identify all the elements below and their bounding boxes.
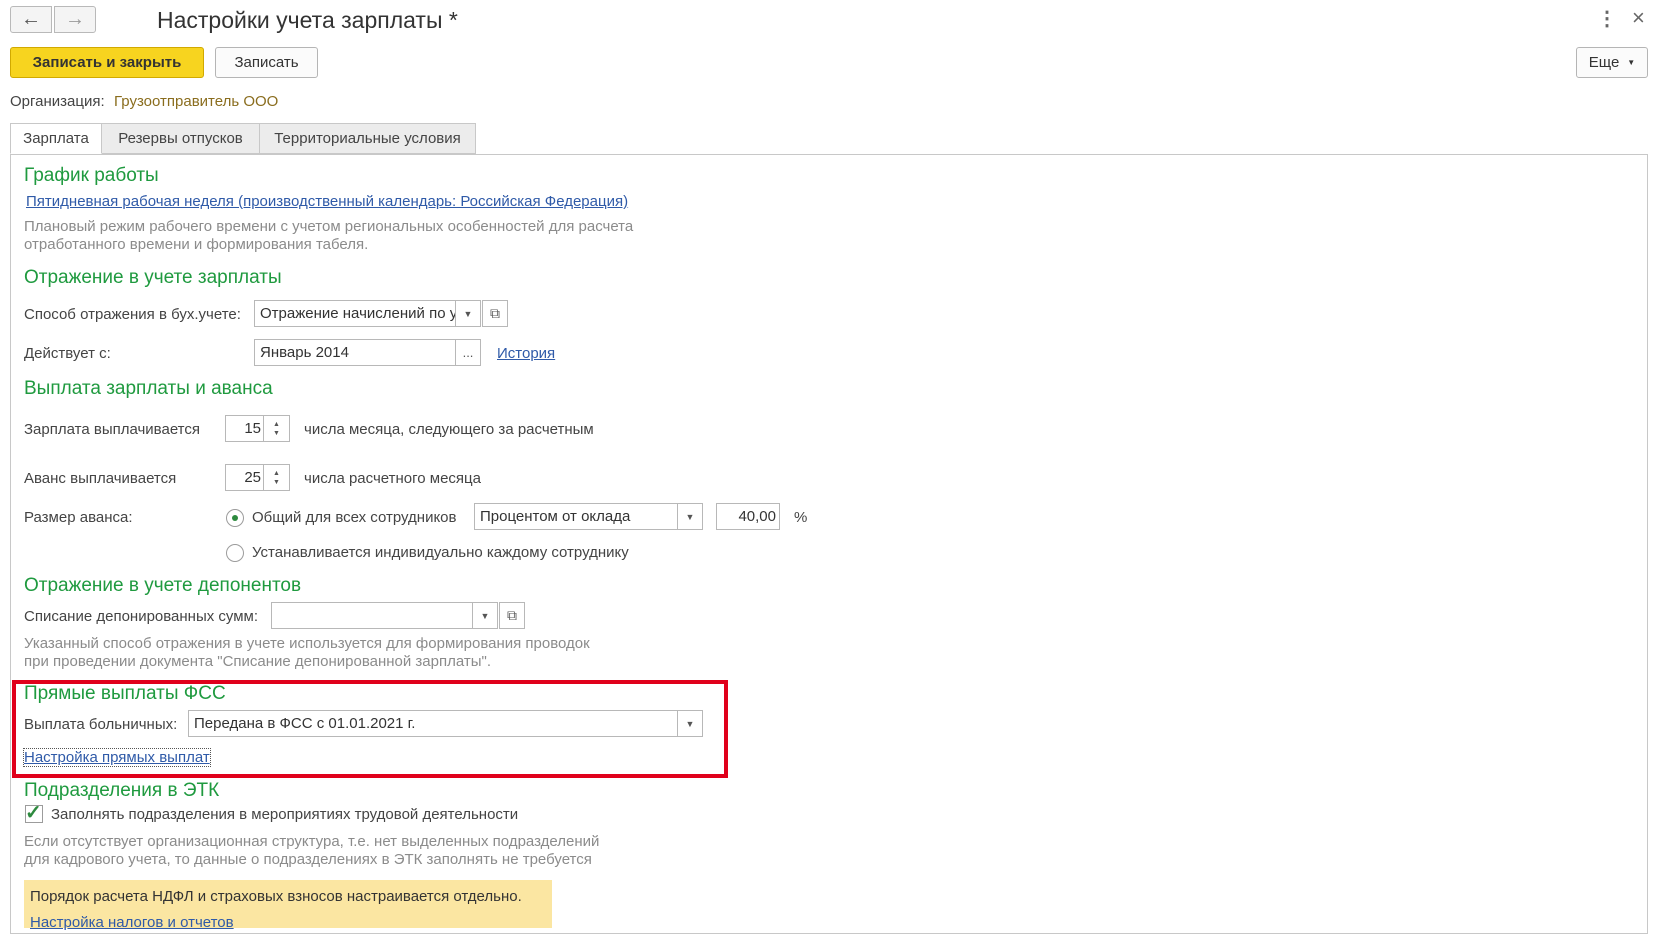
advance-day-suffix: числа расчетного месяца — [304, 470, 481, 487]
arrow-right-icon: → — [65, 8, 85, 30]
salary-day-stepper[interactable]: ▲ ▼ — [263, 415, 290, 442]
accounting-method-dropdown[interactable]: ▼ — [455, 300, 481, 327]
save-and-close-button[interactable]: Записать и закрыть — [10, 47, 204, 78]
accounting-method-label: Способ отражения в бух.учете: — [24, 306, 241, 323]
more-button[interactable]: Еще ▼ — [1576, 47, 1648, 78]
stepper-up-icon: ▲ — [273, 420, 280, 428]
writeoff-label: Списание депонированных сумм: — [24, 608, 259, 625]
fss-heading: Прямые выплаты ФСС — [24, 683, 226, 704]
payment-heading: Выплата зарплаты и аванса — [24, 378, 273, 399]
schedule-note: Плановый режим рабочего времени с учетом… — [24, 218, 633, 254]
accounting-heading: Отражение в учете зарплаты — [24, 267, 282, 288]
deposits-note-line: Указанный способ отражения в учете испол… — [24, 635, 590, 652]
window-title: Настройки учета зарплаты * — [157, 7, 458, 33]
percent-sign: % — [794, 509, 808, 526]
chevron-down-icon: ▼ — [1627, 58, 1636, 67]
back-button[interactable]: ← — [10, 6, 52, 33]
schedule-note-line: отработанного времени и формирования таб… — [24, 236, 369, 253]
tab-salary[interactable]: Зарплата — [10, 123, 102, 154]
etk-checkbox-label[interactable]: Заполнять подразделения в мероприятиях т… — [51, 806, 518, 823]
advance-size-label: Размер аванса: — [24, 509, 133, 526]
organization-label: Организация: — [10, 93, 105, 110]
advance-day-stepper[interactable]: ▲ ▼ — [263, 464, 290, 491]
etk-checkbox[interactable]: ✓ — [25, 802, 43, 824]
tab-territorial-conditions[interactable]: Территориальные условия — [259, 123, 476, 154]
etk-note: Если отсутствует организационная структу… — [24, 833, 599, 869]
chevron-down-icon: ▼ — [463, 308, 473, 319]
stepper-down-icon: ▼ — [273, 478, 280, 486]
checkmark-icon: ✓ — [25, 802, 42, 824]
more-actions-icon[interactable]: ⋮ — [1597, 6, 1617, 31]
radio-common-advance[interactable] — [226, 509, 244, 527]
tab-vacation-reserves[interactable]: Резервы отпусков — [101, 123, 260, 154]
effective-from-label: Действует с: — [24, 345, 111, 362]
accounting-method-open[interactable]: ⧉ — [482, 300, 508, 327]
writeoff-open[interactable]: ⧉ — [499, 602, 525, 629]
salary-day-field[interactable]: 15 — [225, 415, 265, 442]
close-icon[interactable]: × — [1632, 5, 1645, 31]
schedule-heading: График работы — [24, 165, 159, 186]
open-window-icon: ⧉ — [490, 305, 500, 321]
info-banner: Порядок расчета НДФЛ и страховых взносов… — [24, 880, 552, 931]
etk-note-line: для кадрового учета, то данные о подразд… — [24, 851, 592, 868]
radio-individual-advance-label[interactable]: Устанавливается индивидуально каждому со… — [252, 544, 629, 561]
arrow-left-icon: ← — [21, 8, 41, 30]
save-button[interactable]: Записать — [215, 47, 318, 78]
deposits-note: Указанный способ отражения в учете испол… — [24, 635, 590, 671]
advance-method-field[interactable]: Процентом от оклада — [474, 503, 678, 530]
advance-day-field[interactable]: 25 — [225, 464, 265, 491]
salary-day-suffix: числа месяца, следующего за расчетным — [304, 421, 594, 438]
sick-pay-dropdown[interactable]: ▼ — [677, 710, 703, 737]
writeoff-dropdown[interactable]: ▼ — [472, 602, 498, 629]
forward-button[interactable]: → — [54, 6, 96, 33]
tax-settings-link[interactable]: Настройка налогов и отчетов — [30, 914, 234, 931]
advance-value-field[interactable]: 40,00 — [716, 503, 780, 530]
etk-heading: Подразделения в ЭТК — [24, 780, 220, 801]
salary-day-label: Зарплата выплачивается — [24, 421, 200, 438]
deposits-note-line: при проведении документа "Списание депон… — [24, 653, 492, 670]
stepper-up-icon: ▲ — [273, 469, 280, 477]
deposits-heading: Отражение в учете депонентов — [24, 575, 302, 596]
stepper-down-icon: ▼ — [273, 429, 280, 437]
writeoff-field[interactable] — [271, 602, 473, 629]
info-text: Порядок расчета НДФЛ и страховых взносов… — [30, 888, 522, 905]
fss-settings-link[interactable]: Настройка прямых выплат — [23, 748, 211, 767]
etk-note-line: Если отсутствует организационная структу… — [24, 833, 600, 850]
advance-day-label: Аванс выплачивается — [24, 470, 177, 487]
schedule-note-line: Плановый режим рабочего времени с учетом… — [24, 218, 634, 235]
organization-value[interactable]: Грузоотправитель ООО — [114, 93, 278, 110]
advance-method-dropdown[interactable]: ▼ — [677, 503, 703, 530]
accounting-method-field[interactable]: Отражение начислений по у — [254, 300, 456, 327]
chevron-down-icon: ▼ — [685, 718, 695, 729]
sick-pay-field[interactable]: Передана в ФСС с 01.01.2021 г. — [188, 710, 678, 737]
open-window-icon: ⧉ — [507, 607, 517, 623]
radio-individual-advance[interactable] — [226, 544, 244, 562]
sick-pay-label: Выплата больничных: — [24, 716, 178, 733]
effective-from-field[interactable]: Январь 2014 — [254, 339, 456, 366]
effective-from-select-button[interactable]: ... — [455, 339, 481, 366]
radio-common-advance-label[interactable]: Общий для всех сотрудников — [252, 509, 457, 526]
chevron-down-icon: ▼ — [480, 610, 490, 621]
schedule-link[interactable]: Пятидневная рабочая неделя (производстве… — [26, 193, 628, 210]
chevron-down-icon: ▼ — [685, 511, 695, 522]
history-link[interactable]: История — [497, 345, 555, 362]
more-button-label: Еще — [1588, 54, 1620, 71]
